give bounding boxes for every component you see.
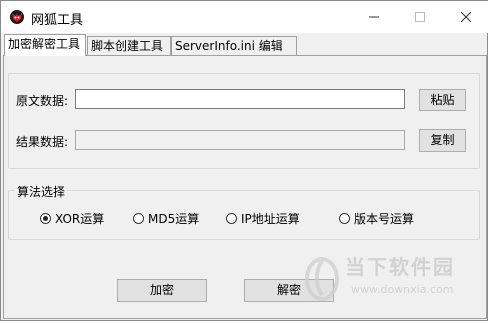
radio-md5[interactable]: MD5运算 bbox=[133, 211, 200, 226]
tab-encrypt-decrypt[interactable]: 加密解密工具 bbox=[4, 34, 86, 56]
title-bar[interactable]: 网狐工具 bbox=[1, 1, 489, 33]
tab-serverinfo-editor[interactable]: ServerInfo.ini 编辑器 bbox=[171, 36, 297, 72]
radio-ip[interactable]: IP地址运算 bbox=[226, 211, 300, 226]
algorithm-group: 算法选择 XOR运算 MD5运算 IP地址运算 版本号运算 bbox=[8, 183, 480, 240]
minimize-icon bbox=[369, 16, 379, 17]
tab-script-create[interactable]: 脚本创建工具 bbox=[87, 36, 171, 55]
source-input[interactable] bbox=[75, 89, 405, 109]
window-title: 网狐工具 bbox=[31, 13, 84, 28]
encrypt-button[interactable]: 加密 bbox=[117, 279, 207, 302]
radio-checked-icon bbox=[40, 212, 51, 224]
maximize-icon bbox=[415, 11, 425, 22]
radio-label: MD5运算 bbox=[148, 211, 200, 226]
radio-version[interactable]: 版本号运算 bbox=[339, 211, 415, 226]
result-label: 结果数据: bbox=[16, 135, 69, 149]
close-icon bbox=[461, 11, 471, 22]
radio-unchecked-icon bbox=[133, 212, 144, 224]
radio-label: 版本号运算 bbox=[354, 211, 415, 226]
watermark-logo-icon bbox=[305, 257, 339, 301]
radio-unchecked-icon bbox=[339, 212, 350, 224]
source-label: 原文数据: bbox=[16, 94, 69, 108]
tab-bar: 加密解密工具 脚本创建工具 ServerInfo.ini 编辑器 bbox=[1, 34, 489, 72]
minimize-button[interactable] bbox=[351, 1, 397, 32]
radio-unchecked-icon bbox=[226, 212, 237, 224]
data-group: 原文数据: 粘贴 结果数据: 复制 bbox=[8, 73, 480, 169]
radio-label: IP地址运算 bbox=[241, 211, 300, 226]
watermark: 当下软件园 www.downxia.com bbox=[303, 249, 483, 309]
app-window: 网狐工具 加密解密工具 脚本创建工具 ServerInfo.ini 编辑器 原文… bbox=[0, 0, 489, 321]
watermark-url: www.downxia.com bbox=[351, 283, 454, 296]
maximize-button[interactable] bbox=[397, 1, 443, 32]
copy-button[interactable]: 复制 bbox=[419, 129, 466, 152]
fox-app-icon bbox=[10, 10, 24, 24]
algorithm-legend: 算法选择 bbox=[15, 183, 68, 200]
result-field[interactable] bbox=[75, 130, 405, 150]
radio-xor[interactable]: XOR运算 bbox=[40, 211, 105, 226]
radio-label: XOR运算 bbox=[55, 211, 105, 226]
close-button[interactable] bbox=[443, 1, 489, 32]
paste-button[interactable]: 粘贴 bbox=[419, 89, 466, 111]
watermark-title: 当下软件园 bbox=[345, 255, 455, 279]
